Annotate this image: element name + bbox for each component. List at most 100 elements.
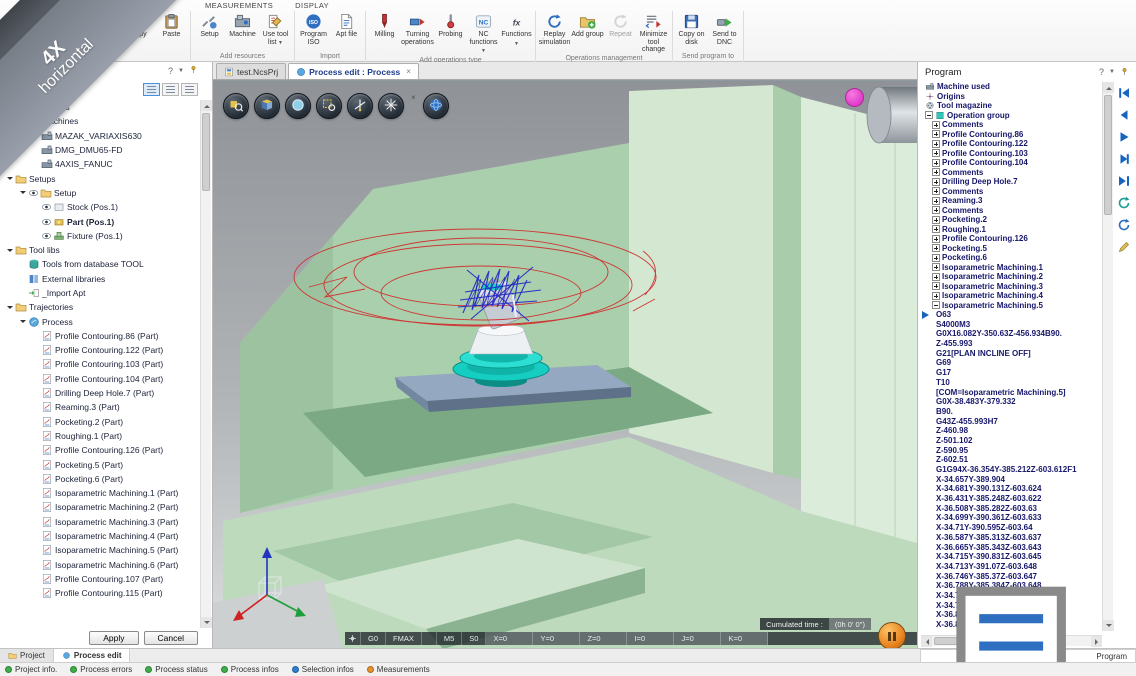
tab-program[interactable]: Program: [920, 649, 1136, 662]
expander-open-icon[interactable]: [5, 174, 14, 183]
tree-item-4axis-fanuc[interactable]: 4AXIS_FANUC: [2, 157, 199, 171]
replay-simulation-button[interactable]: Replay simulation: [538, 11, 571, 46]
program-node-pocketing-2[interactable]: Pocketing.2: [921, 215, 1102, 225]
ribbon-tab-measurements[interactable]: MEASUREMENTS: [196, 1, 282, 10]
status-process-status[interactable]: Process status: [145, 665, 207, 674]
tree-item-pocketing-6-part[interactable]: Pocketing.6 (Part): [2, 472, 199, 486]
program-node-isoparametric-machining-4[interactable]: Isoparametric Machining.4: [921, 291, 1102, 301]
view-sphere-button[interactable]: [285, 93, 311, 119]
tree-item-isoparametric-machining-3-part[interactable]: Isoparametric Machining.3 (Part): [2, 515, 199, 529]
simulation-stop-button[interactable]: [878, 622, 906, 648]
program-node-origins[interactable]: Origins: [921, 92, 1102, 102]
program-node-operation-group[interactable]: Operation group: [921, 111, 1102, 121]
expand-plus-icon[interactable]: [932, 216, 940, 224]
program-node-machine-used[interactable]: Machine used: [921, 82, 1102, 92]
machine-button[interactable]: Machine: [226, 11, 259, 39]
view-shaded-button[interactable]: [254, 93, 280, 119]
expand-plus-icon[interactable]: [932, 149, 940, 157]
send-to-dnc-button[interactable]: Send to DNC: [708, 11, 741, 46]
copy-on-disk-button[interactable]: Copy on disk: [675, 11, 708, 46]
tree-item-dmg-dmu65-fd[interactable]: DMG_DMU65-FD: [2, 143, 199, 157]
tree-item-pocketing-2-part[interactable]: Pocketing.2 (Part): [2, 415, 199, 429]
left-tree-scrollbar[interactable]: [200, 100, 211, 628]
probing-button[interactable]: Probing: [434, 11, 467, 39]
status-selection-infos[interactable]: Selection infos: [292, 665, 354, 674]
tree-item-profile-contouring-104-part[interactable]: Profile Contouring.104 (Part): [2, 372, 199, 386]
repeat-button[interactable]: Repeat: [604, 11, 637, 39]
view-compact-button[interactable]: [181, 83, 198, 96]
functions-button[interactable]: fxFunctions ▼: [500, 11, 533, 48]
program-node-profile-contouring-104[interactable]: Profile Contouring.104: [921, 158, 1102, 168]
edit-button[interactable]: [1116, 240, 1132, 255]
view-burst-button[interactable]: [378, 93, 404, 119]
visibility-eye-icon[interactable]: [41, 202, 52, 212]
expander-open-icon[interactable]: [5, 246, 14, 255]
tree-item-stock-pos-1[interactable]: Stock (Pos.1): [2, 200, 199, 214]
tree-item-isoparametric-machining-4-part[interactable]: Isoparametric Machining.4 (Part): [2, 529, 199, 543]
sim-globe-button[interactable]: [423, 93, 449, 119]
close-icon[interactable]: ×: [406, 67, 411, 76]
tree-item-fixture-pos-1[interactable]: Fixture (Pos.1): [2, 229, 199, 243]
visibility-eye-icon[interactable]: [41, 217, 52, 227]
skip-end-button[interactable]: [1116, 174, 1132, 189]
minimize-tool-change-button[interactable]: Minimize tool change: [637, 11, 670, 54]
program-node-drilling-deep-hole-7[interactable]: Drilling Deep Hole.7: [921, 177, 1102, 187]
program-node-isoparametric-machining-5[interactable]: Isoparametric Machining.5: [921, 301, 1102, 311]
program-node-profile-contouring-86[interactable]: Profile Contouring.86: [921, 130, 1102, 140]
tree-item-profile-contouring-107-part[interactable]: Profile Contouring.107 (Part): [2, 572, 199, 586]
expand-plus-icon[interactable]: [932, 292, 940, 300]
collapse-minus-icon[interactable]: [932, 301, 940, 309]
program-node-isoparametric-machining-2[interactable]: Isoparametric Machining.2: [921, 272, 1102, 282]
help-icon[interactable]: ?: [1099, 67, 1104, 77]
step-forward-button[interactable]: [1116, 152, 1132, 167]
program-node-pocketing-6[interactable]: Pocketing.6: [921, 253, 1102, 263]
program-node-profile-contouring-103[interactable]: Profile Contouring.103: [921, 149, 1102, 159]
tree-item-profile-contouring-86-part[interactable]: Profile Contouring.86 (Part): [2, 329, 199, 343]
tree-item-reaming-3-part[interactable]: Reaming.3 (Part): [2, 400, 199, 414]
zoom-window-button[interactable]: [316, 93, 342, 119]
setup-button[interactable]: Setup: [193, 11, 226, 39]
expand-plus-icon[interactable]: [932, 244, 940, 252]
document-tab-process-edit-process[interactable]: Process edit : Process×: [288, 63, 419, 79]
program-node-isoparametric-machining-3[interactable]: Isoparametric Machining.3: [921, 282, 1102, 292]
tree-item-isoparametric-machining-5-part[interactable]: Isoparametric Machining.5 (Part): [2, 543, 199, 557]
expand-plus-icon[interactable]: [932, 273, 940, 281]
program-node-comments[interactable]: Comments: [921, 120, 1102, 130]
expand-plus-icon[interactable]: [932, 130, 940, 138]
viewport-3d-scene[interactable]: [213, 81, 917, 648]
use-tool-list-button[interactable]: Use tool list ▼: [259, 11, 292, 47]
tree-item-tools-from-database-tool[interactable]: Tools from database TOOL: [2, 257, 199, 271]
expand-plus-icon[interactable]: [932, 178, 940, 186]
program-node-profile-contouring-126[interactable]: Profile Contouring.126: [921, 234, 1102, 244]
status-process-infos[interactable]: Process infos: [221, 665, 279, 674]
collapse-icon[interactable]: ▼: [1109, 69, 1115, 75]
collapse-minus-icon[interactable]: [925, 111, 933, 119]
tree-item-tool-libs[interactable]: Tool libs: [2, 243, 199, 257]
program-scrollbar-vertical[interactable]: [1102, 82, 1113, 631]
help-icon[interactable]: ?: [168, 66, 173, 76]
expand-plus-icon[interactable]: [932, 235, 940, 243]
add-group-button[interactable]: Add group: [571, 11, 604, 39]
cancel-button[interactable]: Cancel: [144, 631, 198, 645]
step-back-button[interactable]: [1116, 108, 1132, 123]
view-axes-button[interactable]: [347, 93, 373, 119]
tab-project[interactable]: Project: [0, 649, 54, 662]
tree-item-pocketing-5-part[interactable]: Pocketing.5 (Part): [2, 457, 199, 471]
expander-open-icon[interactable]: [18, 188, 27, 197]
tree-item-setup[interactable]: Setup: [2, 186, 199, 200]
tree-item-isoparametric-machining-1-part[interactable]: Isoparametric Machining.1 (Part): [2, 486, 199, 500]
tree-item-drilling-deep-hole-7-part[interactable]: Drilling Deep Hole.7 (Part): [2, 386, 199, 400]
expand-plus-icon[interactable]: [932, 121, 940, 129]
expand-plus-icon[interactable]: [932, 254, 940, 262]
tree-item-part-pos-1[interactable]: Part (Pos.1): [2, 214, 199, 228]
expand-plus-icon[interactable]: [932, 168, 940, 176]
view-list-button[interactable]: [162, 83, 179, 96]
expander-open-icon[interactable]: [5, 303, 14, 312]
tree-item-profile-contouring-126-part[interactable]: Profile Contouring.126 (Part): [2, 443, 199, 457]
milling-button[interactable]: Milling: [368, 11, 401, 39]
document-tab-test-ncsprj[interactable]: test.NcsPrj: [216, 63, 286, 79]
simulation-viewport[interactable]: × Cumulated time : (0h 0' 0'') G0FMAXM5S…: [213, 80, 917, 648]
tree-item-profile-contouring-122-part[interactable]: Profile Contouring.122 (Part): [2, 343, 199, 357]
program-node-roughing-1[interactable]: Roughing.1: [921, 225, 1102, 235]
program-node-profile-contouring-122[interactable]: Profile Contouring.122: [921, 139, 1102, 149]
